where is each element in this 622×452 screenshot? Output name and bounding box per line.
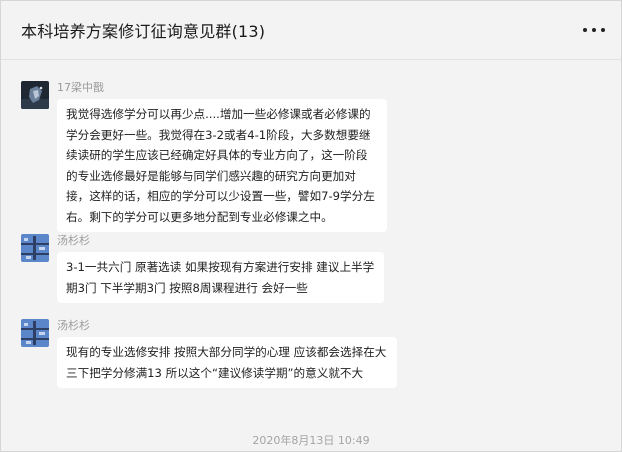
avatar[interactable] (21, 81, 49, 109)
avatar[interactable] (21, 234, 49, 262)
avatar[interactable] (21, 319, 49, 347)
more-options-button[interactable] (583, 21, 605, 37)
blue-pattern-avatar-icon (21, 319, 49, 347)
blue-pattern-avatar-icon (21, 234, 49, 262)
chat-title: 本科培养方案修订征询意见群(13) (21, 22, 266, 41)
message-bubble[interactable]: 现有的专业选修安排 按照大部分同学的心理 应该都会选择在大三下把学分修满13 所… (57, 337, 397, 388)
chat-window: 本科培养方案修订征询意见群(13) 17梁中戬 我觉得选修学分可以再少点....… (0, 0, 622, 452)
message-bubble[interactable]: 我觉得选修学分可以再少点....增加一些必修课或者必修课的学分会更好一些。我觉得… (57, 99, 387, 232)
more-dot-icon (601, 28, 605, 32)
message-timestamp: 2020年8月13日 10:49 (252, 434, 370, 447)
message-bubble[interactable]: 3-1一共六门 原著选读 如果按现有方案进行安排 建议上半学期3门 下半学期3门… (57, 252, 384, 303)
more-dot-icon (583, 28, 587, 32)
sender-name: 17梁中戬 (57, 81, 104, 94)
sender-name: 汤杉杉 (57, 319, 90, 332)
more-dot-icon (592, 28, 596, 32)
chat-header: 本科培养方案修订征询意见群(13) (1, 1, 621, 60)
sender-name: 汤杉杉 (57, 234, 90, 247)
dark-photo-avatar-icon (21, 81, 49, 109)
